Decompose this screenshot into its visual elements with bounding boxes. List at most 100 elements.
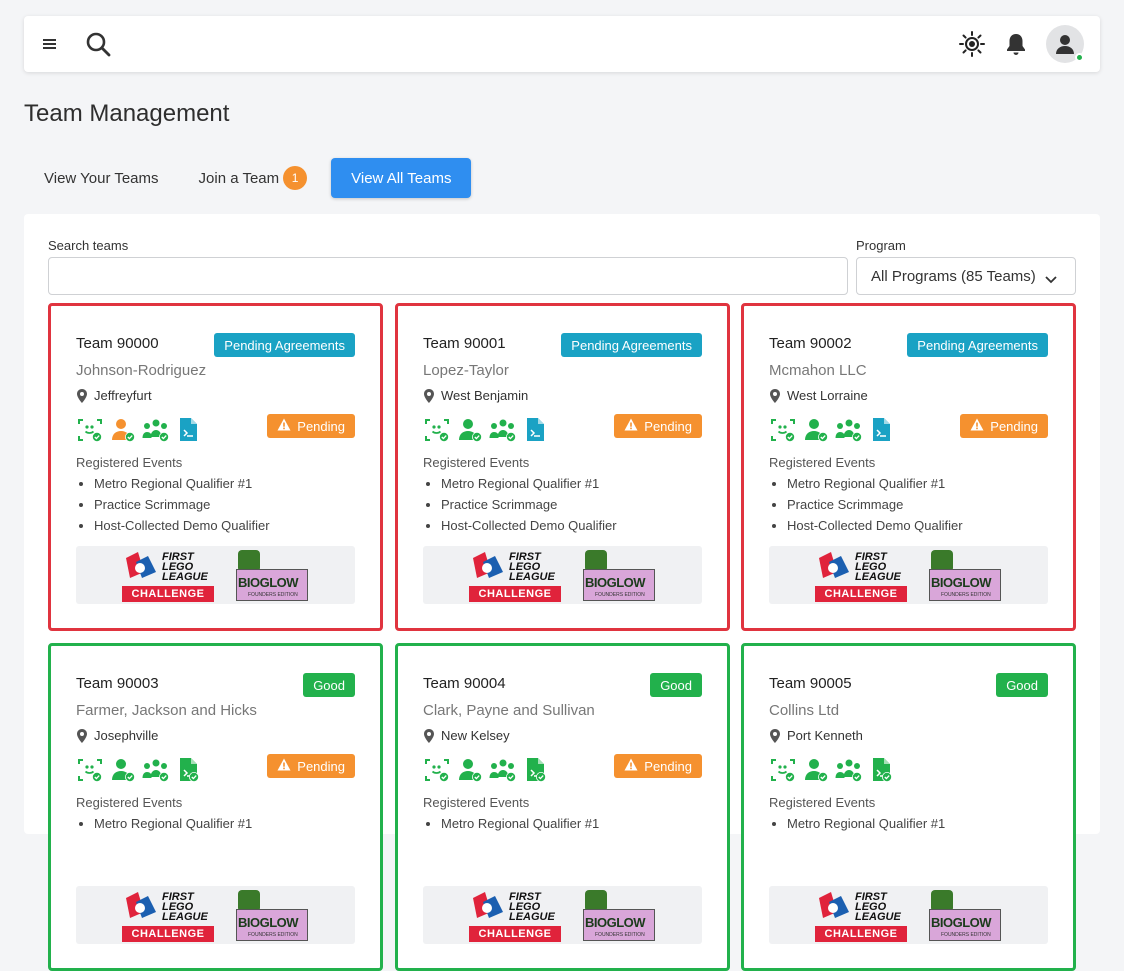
fll-logo-art [126,892,156,918]
location-text: Port Kenneth [787,728,863,743]
online-status-dot [1075,53,1084,62]
tab-join-a-team[interactable]: Join a Team 1 [179,158,328,198]
fll-text-lego: LEGO [855,901,887,913]
events-list: Metro Regional Qualifier #1 [94,816,252,837]
event-item: Practice Scrimmage [787,497,963,512]
fll-logo-art [819,552,849,578]
bioglow-text: BIOGLOW [238,575,299,590]
fll-text-first: FIRST [509,891,541,903]
warning-icon [277,758,297,774]
pending-text: Pending [644,418,692,434]
team-location: New Kelsey [423,728,510,743]
search-label: Search teams [48,238,129,253]
chevron-down-icon [1045,271,1057,288]
location-pin-icon [77,728,87,743]
avatar[interactable] [1046,25,1084,63]
team-card[interactable]: Team 90004 Good Clark, Payne and Sulliva… [395,643,730,971]
event-item: Host-Collected Demo Qualifier [441,518,617,533]
fll-challenge-text: CHALLENGE [122,586,214,602]
fll-logo-art [473,552,503,578]
program-logos: FIRST LEGO LEAGUE CHALLENGE BIOGLOW FOUN… [769,886,1048,944]
face-scan-icon [423,756,451,784]
location-pin-icon [424,728,434,743]
document-icon [175,756,203,784]
team-members-icon [489,756,517,784]
warning-icon [624,758,644,774]
status-badge: Pending Agreements [214,333,355,357]
pending-text: Pending [644,758,692,774]
team-name: Johnson-Rodriguez [76,362,207,379]
event-item: Host-Collected Demo Qualifier [94,518,270,533]
team-location: Port Kenneth [769,728,863,743]
registered-events-label: Registered Events [423,795,530,810]
status-badge: Good [303,673,355,697]
team-card[interactable]: Team 90002 Pending Agreements Mcmahon LL… [741,303,1076,631]
fll-challenge-text: CHALLENGE [815,926,907,942]
menu-icon[interactable] [36,30,64,58]
fll-text-lego: LEGO [162,901,194,913]
fll-challenge-logo: FIRST LEGO LEAGUE CHALLENGE [815,550,907,602]
team-card[interactable]: Team 90005 Good Collins Ltd Port Kenneth… [741,643,1076,971]
pending-badge: Pending [614,754,702,778]
requirement-icons [769,416,901,444]
pending-badge: Pending [960,414,1048,438]
bioglow-subtext: FOUNDERS EDITION [248,592,298,598]
bell-icon[interactable] [1002,30,1030,58]
fll-logo-art [819,892,849,918]
pending-text: Pending [297,418,345,434]
bioglow-logo: BIOGLOW FOUNDERS EDITION [583,889,655,941]
bioglow-logo: BIOGLOW FOUNDERS EDITION [236,889,308,941]
search-icon[interactable] [84,30,112,58]
event-item: Practice Scrimmage [94,497,270,512]
pending-badge: Pending [267,414,355,438]
team-members-icon [142,416,170,444]
search-input[interactable] [48,257,848,295]
document-icon [175,416,203,444]
bioglow-text: BIOGLOW [585,915,646,930]
team-card[interactable]: Team 90003 Good Farmer, Jackson and Hick… [48,643,383,971]
bioglow-logo: BIOGLOW FOUNDERS EDITION [583,549,655,601]
fll-challenge-logo: FIRST LEGO LEAGUE CHALLENGE [815,890,907,942]
face-scan-icon [76,756,104,784]
coach-icon [109,416,137,444]
user-icon [1056,35,1074,54]
team-location: West Benjamin [423,388,528,403]
coach-icon [456,756,484,784]
tab-view-your-teams[interactable]: View Your Teams [24,158,179,198]
event-item: Host-Collected Demo Qualifier [787,518,963,533]
team-number: Team 90003 [76,675,159,692]
event-item: Metro Regional Qualifier #1 [94,476,270,491]
team-card[interactable]: Team 90001 Pending Agreements Lopez-Tayl… [395,303,730,631]
fll-challenge-logo: FIRST LEGO LEAGUE CHALLENGE [469,890,561,942]
team-number: Team 90001 [423,335,506,352]
join-count-badge: 1 [283,166,308,190]
team-card[interactable]: Team 90000 Pending Agreements Johnson-Ro… [48,303,383,631]
fll-text-lego: LEGO [509,901,541,913]
event-item: Metro Regional Qualifier #1 [441,476,617,491]
program-select[interactable]: All Programs (85 Teams) [856,257,1076,295]
event-item: Metro Regional Qualifier #1 [94,816,252,831]
events-list: Metro Regional Qualifier #1 [441,816,599,837]
warning-icon [970,418,990,434]
coach-icon [456,416,484,444]
location-pin-icon [424,388,434,403]
fll-text-league: LEAGUE [509,911,555,923]
tab-view-all-teams[interactable]: View All Teams [331,158,472,198]
fll-text-league: LEAGUE [855,911,901,923]
fll-text-league: LEAGUE [162,571,208,583]
location-text: Josephville [94,728,159,743]
document-icon [868,416,896,444]
team-members-icon [489,416,517,444]
program-logos: FIRST LEGO LEAGUE CHALLENGE BIOGLOW FOUN… [423,546,702,604]
fll-challenge-text: CHALLENGE [469,926,561,942]
team-members-icon [142,756,170,784]
team-number: Team 90000 [76,335,159,352]
coach-icon [109,756,137,784]
location-text: West Lorraine [787,388,868,403]
status-badge: Good [996,673,1048,697]
pending-text: Pending [990,418,1038,434]
fll-challenge-logo: FIRST LEGO LEAGUE CHALLENGE [469,550,561,602]
bioglow-logo: BIOGLOW FOUNDERS EDITION [929,889,1001,941]
fll-challenge-logo: FIRST LEGO LEAGUE CHALLENGE [122,550,214,602]
sun-icon[interactable] [958,30,986,58]
